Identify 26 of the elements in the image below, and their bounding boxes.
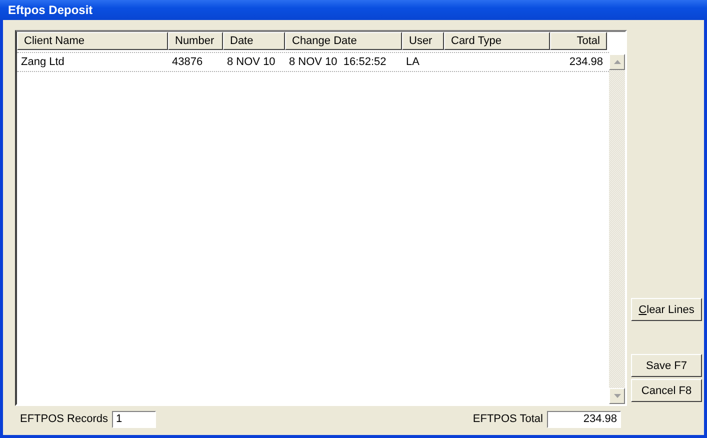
column-header[interactable]: User xyxy=(402,32,444,50)
total-field[interactable]: 234.98 xyxy=(547,410,621,428)
records-label: EFTPOS Records xyxy=(20,413,108,425)
column-header[interactable]: Number xyxy=(168,32,223,50)
table-cell: 43876 xyxy=(172,56,203,68)
scroll-down-button[interactable] xyxy=(609,388,625,404)
column-header[interactable]: Card Type xyxy=(444,32,550,50)
column-header[interactable]: Client Name xyxy=(17,32,168,50)
scroll-up-button[interactable] xyxy=(609,54,625,70)
table-cell: 8 NOV 10 xyxy=(227,56,276,68)
table-cell: 8 NOV 10 16:52:52 xyxy=(289,56,386,68)
column-header[interactable]: Change Date xyxy=(285,32,402,50)
clear-lines-button[interactable]: Clear Lines xyxy=(631,298,702,321)
down-arrow-icon xyxy=(614,394,620,398)
scrollbar[interactable] xyxy=(609,54,625,404)
column-header[interactable]: Date xyxy=(223,32,285,50)
records-field[interactable]: 1 xyxy=(112,410,156,428)
save-button[interactable]: Save F7 xyxy=(631,354,702,377)
table-cell: 234.98 xyxy=(569,56,603,68)
up-arrow-icon xyxy=(614,60,620,64)
table-cell: LA xyxy=(406,56,420,68)
cancel-button[interactable]: Cancel F8 xyxy=(631,379,702,402)
window-title: Eftpos Deposit xyxy=(8,3,93,17)
column-header[interactable]: Total xyxy=(550,32,607,50)
table-cell: Zang Ltd xyxy=(21,56,64,68)
total-label: EFTPOS Total xyxy=(472,413,543,425)
